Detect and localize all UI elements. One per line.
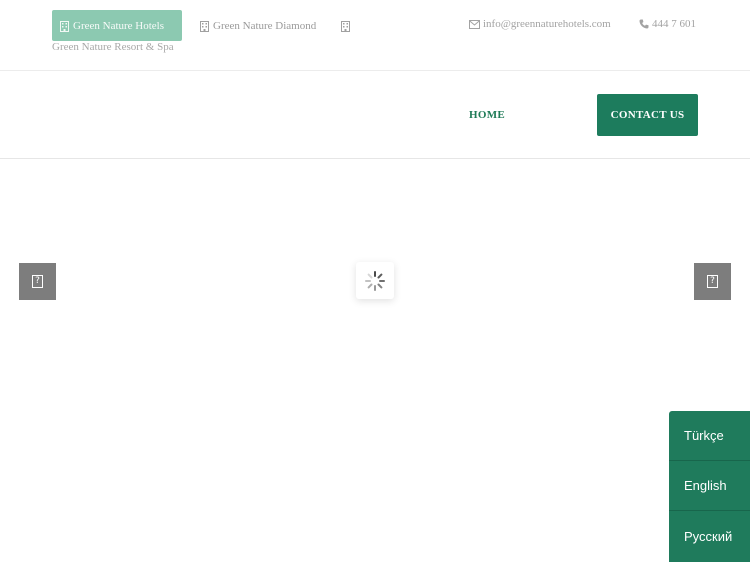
hotel-tab-label: Green Nature Diamond	[213, 19, 317, 32]
hero-slider: ? ?	[0, 160, 750, 563]
contact-us-button[interactable]: CONTACT US	[597, 94, 698, 136]
missing-glyph-icon: ?	[707, 275, 718, 288]
nav-home-link[interactable]: HOME	[469, 109, 505, 121]
spinner-icon	[365, 270, 385, 291]
building-icon	[200, 20, 209, 32]
missing-glyph-icon: ?	[32, 275, 43, 288]
phone-text: 444 7 601	[652, 18, 696, 30]
slider-next-button[interactable]: ?	[694, 263, 731, 300]
language-switcher: Türkçe English Русский	[669, 411, 750, 563]
hotel-tab-green-nature-resort-spa[interactable]: Green Nature Resort & Spa	[52, 41, 174, 53]
top-bar: Green Nature Hotels Green Nature Diamond…	[0, 0, 750, 71]
hotel-tab-label: Green Nature Hotels	[73, 19, 165, 32]
language-turkish[interactable]: Türkçe	[669, 411, 750, 461]
language-russian[interactable]: Русский	[669, 511, 750, 562]
phone-icon	[639, 19, 649, 29]
email-link[interactable]: info@greennaturehotels.com	[469, 18, 611, 30]
building-icon	[60, 20, 69, 32]
hotel-tab-green-nature-diamond[interactable]: Green Nature Diamond	[200, 10, 316, 41]
phone-link[interactable]: 444 7 601	[639, 18, 696, 30]
slider-prev-button[interactable]: ?	[19, 263, 56, 300]
envelope-icon	[469, 19, 480, 29]
email-text: info@greennaturehotels.com	[483, 18, 611, 30]
hotel-tab-green-nature-hotels[interactable]: Green Nature Hotels	[52, 10, 182, 41]
hotel-tab-green-nature-resort-icon-link[interactable]	[341, 10, 354, 41]
main-navigation: HOME CONTACT US	[0, 72, 750, 159]
language-english[interactable]: English	[669, 461, 750, 511]
building-icon	[341, 20, 350, 32]
slider-loader	[356, 262, 394, 299]
